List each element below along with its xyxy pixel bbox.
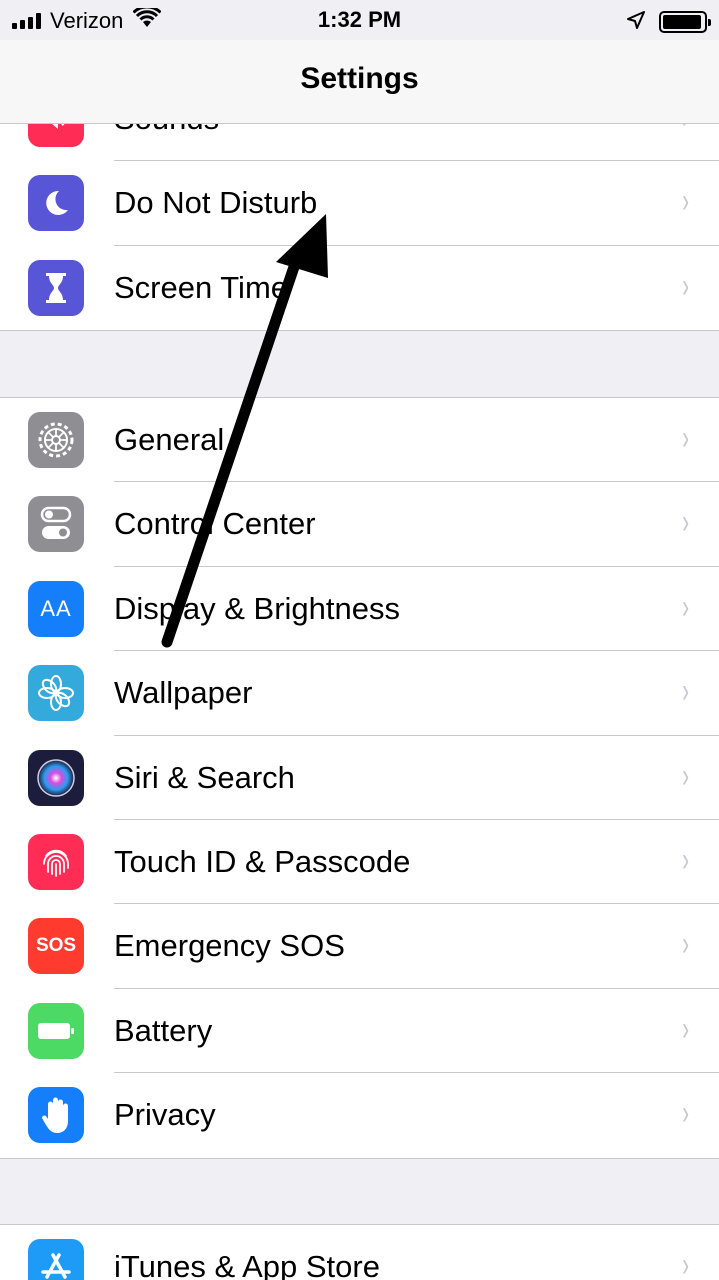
chevron-right-icon: ›	[681, 266, 689, 305]
location-arrow-icon	[627, 8, 645, 35]
settings-row-control-center[interactable]: Control Center ›	[0, 482, 719, 567]
settings-row-general[interactable]: General ›	[0, 398, 719, 483]
battery-status-icon	[659, 10, 711, 33]
settings-row-touch-id-passcode[interactable]: Touch ID & Passcode ›	[0, 820, 719, 905]
settings-row-label: Do Not Disturb	[114, 185, 318, 221]
settings-row-emergency-sos[interactable]: SOS Emergency SOS ›	[0, 904, 719, 989]
app-store-icon	[28, 1239, 84, 1280]
settings-row-itunes-app-store[interactable]: iTunes & App Store ›	[0, 1225, 719, 1280]
chevron-right-icon: ›	[681, 1009, 689, 1048]
settings-row-label: Wallpaper	[114, 675, 253, 711]
chevron-right-icon: ›	[681, 1094, 689, 1133]
settings-group-system: General › Control Center › AA Display & Brigh…	[0, 397, 719, 1159]
chevron-right-icon: ›	[681, 925, 689, 964]
settings-row-label: Display & Brightness	[114, 590, 401, 626]
chevron-right-icon: ›	[681, 672, 689, 711]
hand-icon	[28, 1087, 84, 1144]
sos-icon: SOS	[28, 918, 84, 975]
settings-row-label: Battery	[114, 1012, 213, 1048]
battery-icon	[28, 1002, 84, 1059]
chevron-right-icon: ›	[681, 503, 689, 542]
settings-row-label: Siri & Search	[114, 759, 295, 795]
navigation-bar: Settings	[0, 40, 719, 124]
toggle-icon	[28, 496, 84, 553]
settings-row-display-brightness[interactable]: AA Display & Brightness ›	[0, 567, 719, 652]
chevron-right-icon: ›	[681, 840, 689, 879]
settings-row-label: General	[114, 422, 225, 457]
chevron-right-icon: ›	[681, 587, 689, 626]
settings-row-wallpaper[interactable]: Wallpaper ›	[0, 651, 719, 736]
sos-glyph: SOS	[35, 935, 77, 957]
chevron-right-icon: ›	[681, 1246, 689, 1280]
settings-row-label: Touch ID & Passcode	[114, 843, 411, 879]
status-time: 1:32 PM	[317, 7, 402, 32]
page-title: Settings	[300, 62, 419, 95]
settings-row-label: Privacy	[114, 1097, 216, 1133]
moon-icon	[28, 175, 84, 232]
text-size-icon: AA	[28, 580, 84, 637]
settings-row-siri-search[interactable]: Siri & Search ›	[0, 736, 719, 820]
settings-row-privacy[interactable]: Privacy ›	[0, 1073, 719, 1157]
status-bar: Verizon 1:32 PM	[0, 0, 719, 40]
settings-row-do-not-disturb[interactable]: Do Not Disturb ›	[0, 161, 719, 246]
settings-row-battery[interactable]: Battery ›	[0, 989, 719, 1074]
siri-icon	[28, 749, 84, 806]
chevron-right-icon: ›	[681, 756, 689, 795]
chevron-right-icon: ›	[681, 419, 689, 457]
settings-row-screen-time[interactable]: Screen Time ›	[0, 246, 719, 330]
settings-row-label: iTunes & App Store	[114, 1249, 380, 1280]
text-size-glyph: AA	[40, 595, 72, 621]
settings-row-label: Screen Time	[114, 269, 289, 305]
gear-icon	[28, 412, 84, 468]
settings-row-label: Emergency SOS	[114, 928, 345, 964]
flower-icon	[28, 665, 84, 722]
settings-group-store: iTunes & App Store ›	[0, 1224, 719, 1280]
fingerprint-icon	[28, 833, 84, 890]
chevron-right-icon: ›	[681, 182, 689, 221]
hourglass-icon	[28, 259, 84, 316]
settings-row-label: Control Center	[114, 506, 316, 542]
